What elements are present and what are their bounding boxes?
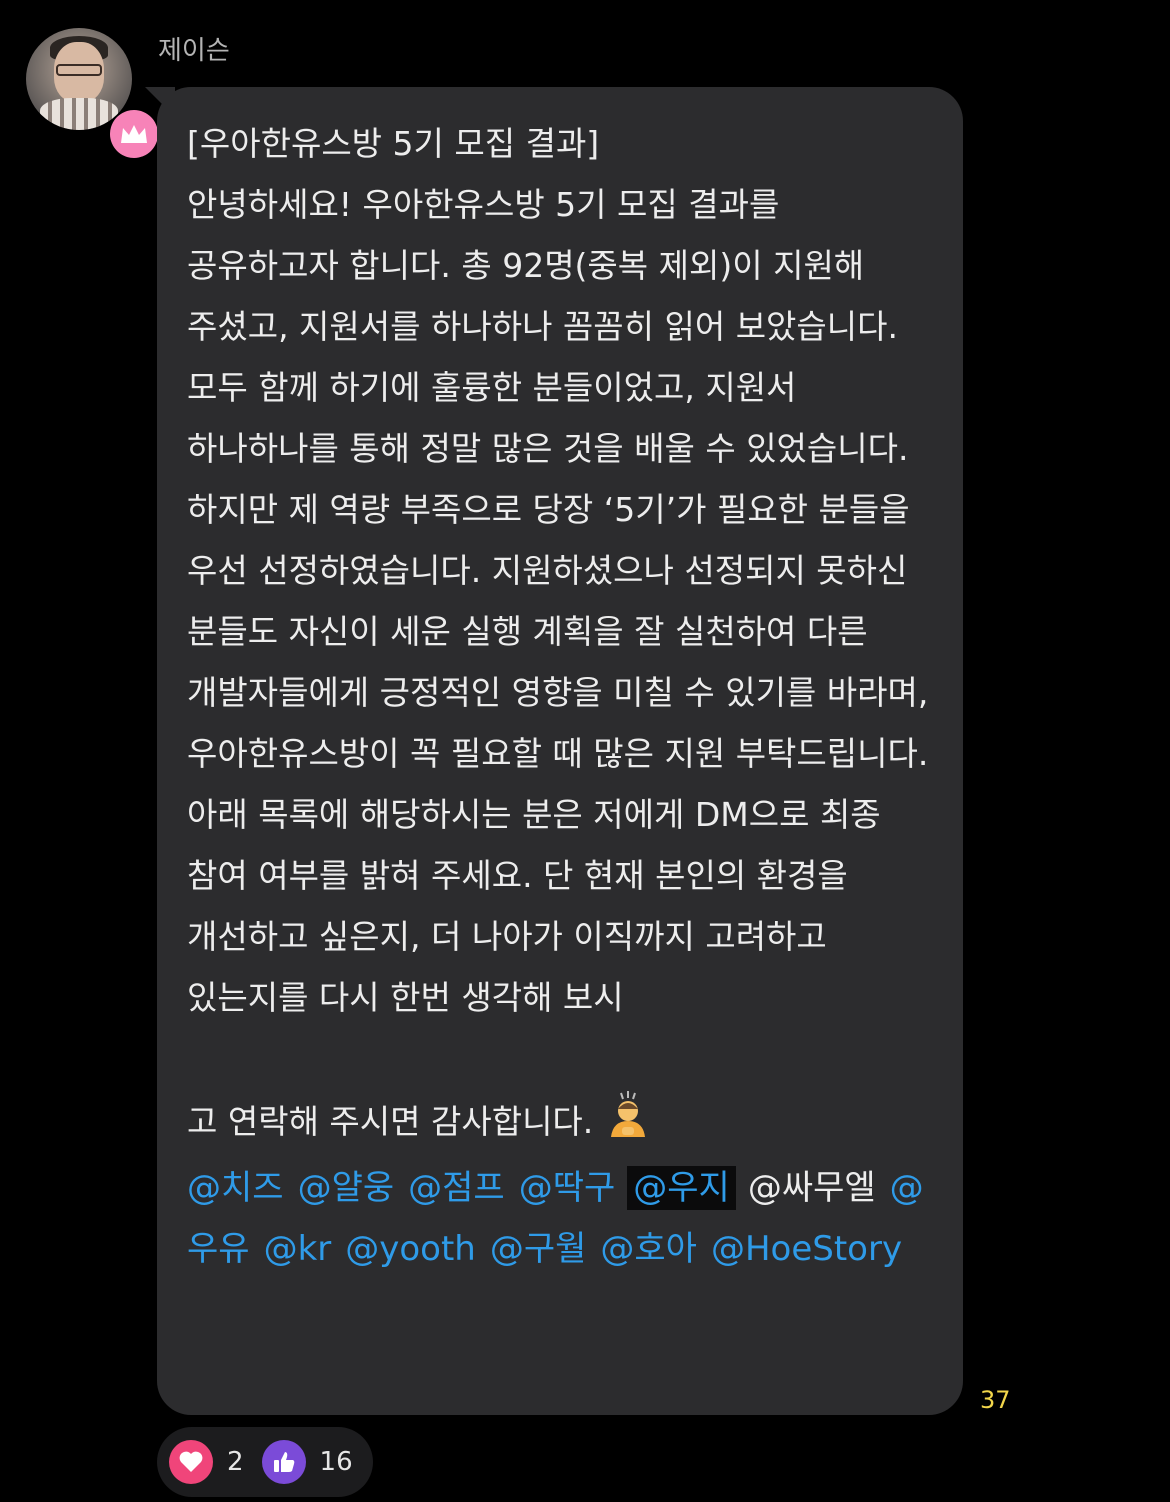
heart-icon[interactable] <box>169 1440 213 1484</box>
mention-link[interactable]: @치즈 <box>187 1168 284 1208</box>
message-body-3: 고 연락해 주시면 감사합니다. <box>187 1102 594 1141</box>
heart-count: 2 <box>227 1447 244 1477</box>
mention-link[interactable]: @구월 <box>490 1229 587 1269</box>
message-text: [우아한유스방 5기 모집 결과] 안녕하세요! 우아한유스방 5기 모집 결과… <box>187 113 929 1152</box>
thumbs-up-count: 16 <box>319 1447 353 1477</box>
mention-link[interactable]: @호아 <box>600 1229 697 1269</box>
mention-list: @치즈 @얄웅 @점프 @딱구 @우지 @싸무엘 @우유 @kr @yooth @구월 @호아 @Ho… <box>187 1158 929 1280</box>
message-bubble[interactable]: [우아한유스방 5기 모집 결과] 안녕하세요! 우아한유스방 5기 모집 결과… <box>157 87 963 1415</box>
mention-link[interactable]: @kr <box>264 1229 332 1269</box>
mention-link[interactable]: @얄웅 <box>298 1168 395 1208</box>
mention-link[interactable]: @점프 <box>408 1168 505 1208</box>
mention-text[interactable]: @싸무엘 <box>748 1168 876 1208</box>
mention-link[interactable]: @딱구 <box>519 1168 616 1208</box>
crown-icon <box>110 110 158 158</box>
thumbs-up-icon[interactable] <box>261 1440 306 1484</box>
sender-name[interactable]: 제이슨 <box>158 30 230 67</box>
message-body-2: 아래 목록에 해당하시는 분은 저에게 DM으로 최종 참여 여부를 밝혀 주세… <box>187 795 892 1017</box>
person-bowing-emoji-icon <box>603 1089 653 1139</box>
reaction-bar: 2 16 <box>157 1427 373 1497</box>
mention-link[interactable]: @HoeStory <box>711 1229 902 1269</box>
sender-avatar[interactable] <box>26 28 158 158</box>
mention-link-highlighted[interactable]: @우지 <box>627 1166 736 1210</box>
message-title: [우아한유스방 5기 모집 결과] <box>187 124 600 163</box>
message-body: 안녕하세요! 우아한유스방 5기 모집 결과를 공유하고자 합니다. 총 92명… <box>187 185 939 773</box>
mention-link[interactable]: @yooth <box>345 1229 476 1269</box>
message-time: 37 <box>980 1386 1011 1414</box>
